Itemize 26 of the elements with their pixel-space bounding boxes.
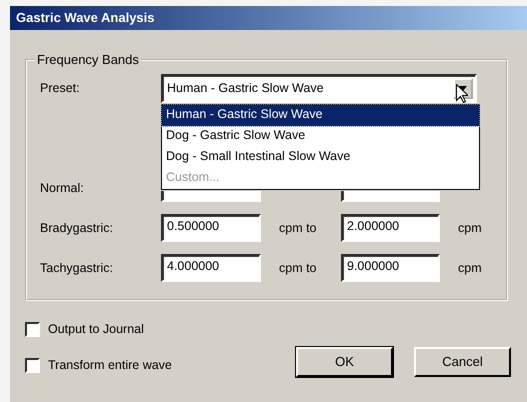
- checkbox-label: Output to Journal: [48, 322, 144, 336]
- unit-label: cpm: [457, 220, 483, 236]
- unit-label: cpm to: [278, 220, 318, 236]
- ok-button[interactable]: OK: [296, 347, 393, 377]
- group-title: Frequency Bands: [36, 53, 140, 66]
- checkbox[interactable]: [25, 358, 40, 372]
- field-label: Bradygastric:: [40, 220, 114, 236]
- input-field[interactable]: [341, 191, 440, 202]
- field-label: Preset:: [40, 81, 81, 96]
- dropdown-option[interactable]: Human - Gastric Slow Wave: [162, 105, 479, 126]
- field-label: Tachygastric:: [40, 260, 114, 276]
- dropdown-option[interactable]: Dog - Small Intestinal Slow Wave: [162, 147, 479, 168]
- input-field[interactable]: 0.500000: [161, 214, 261, 242]
- unit-label: cpm: [457, 260, 483, 276]
- input-field[interactable]: [161, 191, 261, 202]
- dropdown-option[interactable]: Dog - Gastric Slow Wave: [162, 126, 479, 147]
- input-field[interactable]: 9.000000: [341, 254, 440, 282]
- unit-label: cpm to: [278, 260, 318, 276]
- field-label: Normal:: [40, 180, 85, 196]
- checkbox-label: Transform entire wave: [48, 358, 172, 372]
- cancel-button[interactable]: Cancel: [414, 347, 511, 377]
- checkbox[interactable]: [25, 322, 40, 336]
- dropdown-option: Custom...: [162, 168, 479, 189]
- input-field[interactable]: 4.000000: [161, 254, 261, 282]
- window-title: Gastric Wave Analysis: [10, 6, 527, 30]
- input-field[interactable]: 2.000000: [341, 214, 440, 242]
